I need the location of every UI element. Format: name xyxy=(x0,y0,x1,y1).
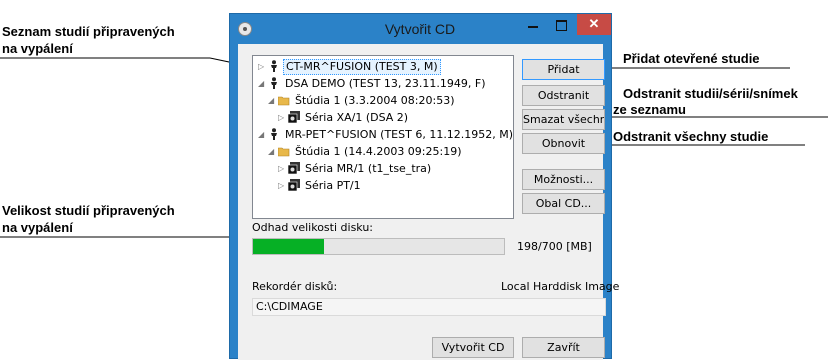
folder-icon xyxy=(277,94,290,106)
annotation-remove-line2: ze seznamu xyxy=(613,102,686,117)
series-icon xyxy=(287,162,300,175)
annotation-list-line1: Seznam studií připravených xyxy=(2,24,175,39)
person-icon xyxy=(268,77,280,89)
tree-node-label: Séria MR/1 (t1_tse_tra) xyxy=(305,162,432,175)
tree-node-label: Štúdia 1 (14.4.2003 09:25:19) xyxy=(295,145,462,158)
study-tree[interactable]: ▷ CT-MR^FUSION (TEST 3, M) ◢ DSA DEMO (TEST… xyxy=(252,55,514,219)
tree-node-label: MR-PET^FUSION (TEST 6, 11.12.1952, M) xyxy=(285,128,514,141)
refresh-button[interactable]: Obnovit xyxy=(522,133,605,154)
annotation-remove-line1: Odstranit studii/sérii/snímek xyxy=(623,86,798,101)
series-icon xyxy=(287,179,300,192)
maximize-button[interactable] xyxy=(547,14,575,35)
cd-cover-button[interactable]: Obal CD... xyxy=(522,193,605,214)
recorder-device: Local Harddisk Image xyxy=(501,280,620,293)
annotation-add: Přidat otevřené studie xyxy=(623,51,760,66)
remove-button[interactable]: Odstranit xyxy=(522,85,605,106)
tree-node[interactable]: ▷ Séria MR/1 (t1_tse_tra) xyxy=(278,161,433,177)
collapse-arrow-icon[interactable]: ◢ xyxy=(268,93,278,109)
options-button[interactable]: Možnosti... xyxy=(522,169,605,190)
tree-node[interactable]: ▷ Séria XA/1 (DSA 2) xyxy=(278,110,410,126)
close-button[interactable]: Zavřít xyxy=(522,337,605,358)
annotation-size-line2: na vypálení xyxy=(2,220,73,235)
tree-node[interactable]: ◢ MR-PET^FUSION (TEST 6, 11.12.1952, M) xyxy=(258,127,515,143)
tree-node[interactable]: ◢ DSA DEMO (TEST 13, 23.11.1949, F) xyxy=(258,76,488,92)
collapse-arrow-icon[interactable]: ◢ xyxy=(258,76,268,92)
series-icon xyxy=(287,111,300,124)
annotation-clear: Odstranit všechny studie xyxy=(613,129,769,144)
person-icon xyxy=(268,60,280,72)
add-button[interactable]: Přidat xyxy=(522,59,605,80)
tree-node[interactable]: ◢ Štúdia 1 (3.3.2004 08:20:53) xyxy=(268,93,457,109)
tree-node-label: Štúdia 1 (3.3.2004 08:20:53) xyxy=(295,94,455,107)
title-bar[interactable]: Vytvořit CD ✕ xyxy=(230,14,611,44)
expand-arrow-icon[interactable]: ▷ xyxy=(258,59,268,75)
tree-node[interactable]: ▷ Séria PT/1 xyxy=(278,178,363,194)
collapse-arrow-icon[interactable]: ◢ xyxy=(258,127,268,143)
expand-arrow-icon[interactable]: ▷ xyxy=(278,178,288,194)
tree-node[interactable]: ▷ CT-MR^FUSION (TEST 3, M) xyxy=(258,59,441,75)
create-cd-button[interactable]: Vytvořit CD xyxy=(432,337,514,358)
output-path-field[interactable]: C:\CDIMAGE xyxy=(252,298,606,316)
tree-node[interactable]: ◢ Štúdia 1 (14.4.2003 09:25:19) xyxy=(268,144,464,160)
collapse-arrow-icon[interactable]: ◢ xyxy=(268,144,278,160)
create-cd-window: Vytvořit CD ✕ ▷ CT-MR^FUSION (TEST 3, M) ◢… xyxy=(229,13,619,360)
dialog-body: ▷ CT-MR^FUSION (TEST 3, M) ◢ DSA DEMO (TEST… xyxy=(238,44,619,360)
annotation-list-line2: na vypálení xyxy=(2,41,73,56)
disk-size-text: 198/700 [MB] xyxy=(517,240,592,253)
recorder-label: Rekordér disků: xyxy=(252,280,338,293)
expand-arrow-icon[interactable]: ▷ xyxy=(278,161,288,177)
window-title: Vytvořit CD xyxy=(384,21,456,37)
annotation-size-line1: Velikost studií připravených xyxy=(2,203,175,218)
minimize-button[interactable] xyxy=(519,14,547,35)
tree-node-label: DSA DEMO (TEST 13, 23.11.1949, F) xyxy=(285,77,486,90)
disk-size-progress-fill xyxy=(253,239,324,254)
disk-estimate-label: Odhad velikosti disku: xyxy=(252,221,374,234)
disk-size-progress xyxy=(252,238,505,255)
tree-node-label: Séria PT/1 xyxy=(305,179,361,192)
folder-icon xyxy=(277,145,290,157)
close-window-button[interactable]: ✕ xyxy=(577,14,611,35)
person-icon xyxy=(268,128,280,140)
expand-arrow-icon[interactable]: ▷ xyxy=(278,110,288,126)
app-icon xyxy=(238,22,252,36)
tree-node-label: Séria XA/1 (DSA 2) xyxy=(305,111,409,124)
tree-node-label: CT-MR^FUSION (TEST 3, M) xyxy=(283,59,441,75)
clear-all-button[interactable]: Smazat všechno xyxy=(522,109,605,130)
